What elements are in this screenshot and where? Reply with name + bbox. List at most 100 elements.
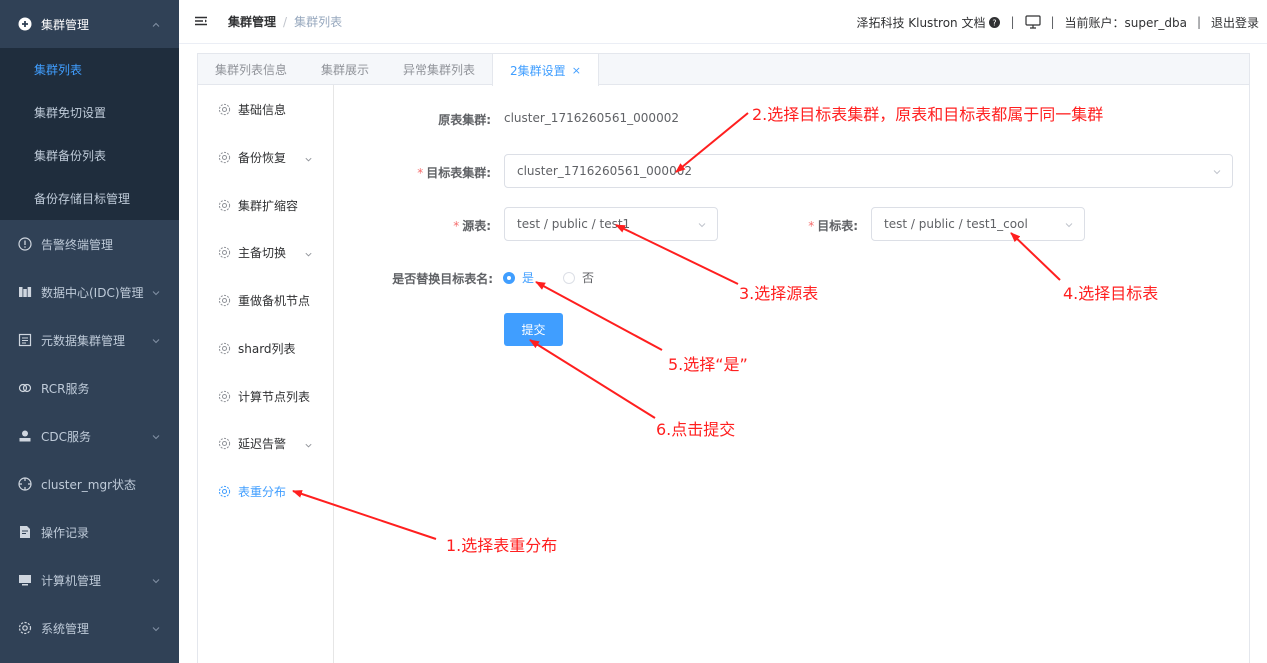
sidebar-item-cluster-backup-list[interactable]: 集群备份列表 <box>0 134 179 177</box>
select-value: cluster_1716260561_000002 <box>517 164 692 178</box>
gear-icon <box>218 437 231 450</box>
header-divider: | <box>1010 15 1015 29</box>
plus-circle-icon <box>18 17 32 31</box>
sidebar-item-cluster-switch-settings[interactable]: 集群免切设置 <box>0 91 179 134</box>
chevron-down-icon <box>151 335 161 345</box>
account-label: 当前账户：super_dba <box>1064 15 1187 30</box>
source-table-select[interactable]: test / public / test1 <box>504 207 718 241</box>
target-cluster-label: * 目标表集群: <box>360 164 491 181</box>
tab-abnormal-cluster-list[interactable]: 异常集群列表 <box>386 54 492 85</box>
sidebar-item-backup-storage[interactable]: 备份存储目标管理 <box>0 177 179 220</box>
sidebar-item-label: 操作记录 <box>41 525 90 540</box>
submenu-item-basic-info[interactable]: 基础信息 <box>198 94 333 124</box>
question-circle-icon[interactable]: ? <box>989 16 1001 28</box>
required-mark: * <box>417 166 424 180</box>
select-value: test / public / test1_cool <box>884 217 1028 231</box>
compass-icon <box>18 477 32 491</box>
logout-button[interactable]: 退出登录 <box>1211 14 1259 31</box>
sidebar-item-label: cluster_mgr状态 <box>41 477 137 492</box>
sidebar-item-label: 系统管理 <box>41 621 90 636</box>
sidebar-item-label: 集群管理 <box>41 17 90 32</box>
sidebar-item-label: RCR服务 <box>41 381 90 396</box>
source-cluster-value: cluster_1716260561_000002 <box>504 111 679 125</box>
select-value: test / public / test1 <box>517 217 631 231</box>
submenu-item-backup-restore[interactable]: 备份恢复 <box>198 142 333 172</box>
sidebar-item-alert-terminal[interactable]: 告警终端管理 <box>0 220 179 268</box>
source-table-label: * 源表: <box>360 217 491 234</box>
annotation-step4: 4.选择目标表 <box>1063 284 1159 303</box>
top-header: 集群管理 / 集群列表 泽拓科技 Klustron 文档 ? | | 当前账户：… <box>179 0 1267 44</box>
sidebar-item-label: 计算机管理 <box>41 573 102 588</box>
submenu-item-rebuild-replica[interactable]: 重做备机节点 <box>198 285 333 315</box>
link-icon <box>18 381 32 395</box>
breadcrumb: 集群管理 / 集群列表 <box>228 13 342 30</box>
submit-button[interactable]: 提交 <box>504 313 563 346</box>
breadcrumb-current: 集群列表 <box>294 15 343 29</box>
sidebar-item-operation-log[interactable]: 操作记录 <box>0 508 179 556</box>
chevron-down-icon <box>151 431 161 441</box>
submenu-item-label: 集群扩缩容 <box>238 198 299 213</box>
gear-icon <box>18 621 32 635</box>
breadcrumb-separator: / <box>283 14 288 29</box>
settings-submenu: 基础信息 备份恢复 集群扩缩容 主备切换 重做备机节点 shard列表 计算节点… <box>198 85 334 663</box>
submenu-item-table-redistribution[interactable]: 表重分布 <box>198 476 333 506</box>
submenu-item-label: 主备切换 <box>238 245 287 260</box>
chevron-down-icon <box>151 575 161 585</box>
datacenter-icon <box>18 285 32 299</box>
tab-label: 2集群设置 <box>510 63 566 78</box>
close-icon[interactable]: × <box>572 64 581 77</box>
sidebar-item-cluster-management[interactable]: 集群管理 <box>0 0 179 48</box>
sidebar-item-label: 数据中心(IDC)管理 <box>41 285 144 300</box>
gear-icon <box>218 342 231 355</box>
radio-no[interactable]: 否 <box>563 269 594 286</box>
chevron-down-icon <box>1212 166 1222 176</box>
tab-cluster-display[interactable]: 集群展示 <box>304 54 386 85</box>
sidebar-item-cdc-service[interactable]: CDC服务 <box>0 412 179 460</box>
radio-yes[interactable]: 是 <box>503 269 534 286</box>
sidebar-item-metadata-cluster[interactable]: 元数据集群管理 <box>0 316 179 364</box>
radio-circle <box>563 271 575 284</box>
required-mark: * <box>808 219 815 233</box>
submenu-item-shard-list[interactable]: shard列表 <box>198 333 333 363</box>
sidebar-item-computer-management[interactable]: 计算机管理 <box>0 556 179 604</box>
sidebar-item-cluster-list[interactable]: 集群列表 <box>0 48 179 91</box>
submenu-item-failover[interactable]: 主备切换 <box>198 237 333 267</box>
hamburger-icon[interactable] <box>194 15 208 29</box>
docs-link[interactable]: 泽拓科技 Klustron 文档 <box>856 14 985 31</box>
annotation-step5: 5.选择“是” <box>668 355 748 374</box>
svg-text:?: ? <box>993 18 997 27</box>
submenu-item-label: 备份恢复 <box>238 150 287 165</box>
submenu-item-label: 表重分布 <box>238 484 287 499</box>
annotation-step1: 1.选择表重分布 <box>446 536 558 555</box>
submenu-item-compute-nodes[interactable]: 计算节点列表 <box>198 381 333 411</box>
required-mark: * <box>453 219 460 233</box>
tab-cluster-list-info[interactable]: 集群列表信息 <box>198 54 304 85</box>
record-icon <box>18 525 32 539</box>
sidebar-item-label: 元数据集群管理 <box>41 333 126 348</box>
gear-icon <box>218 294 231 307</box>
tab-cluster-settings[interactable]: 2集群设置 × <box>492 54 599 86</box>
submenu-item-delay-alert[interactable]: 延迟告警 <box>198 428 333 458</box>
annotation-step6: 6.点击提交 <box>656 420 736 439</box>
sidebar-item-cluster-mgr-status[interactable]: cluster_mgr状态 <box>0 460 179 508</box>
sidebar-item-system-management[interactable]: 系统管理 <box>0 604 179 652</box>
sidebar-item-datacenter[interactable]: 数据中心(IDC)管理 <box>0 268 179 316</box>
radio-label: 否 <box>582 271 595 285</box>
gear-icon <box>218 485 231 498</box>
submenu-item-label: 基础信息 <box>238 102 287 117</box>
monitor-icon[interactable] <box>1024 15 1041 29</box>
submenu-item-label: 计算节点列表 <box>238 389 311 404</box>
chevron-down-icon <box>304 153 313 162</box>
annotation-step2: 2.选择目标表集群，原表和目标表都属于同一集群 <box>752 105 1104 124</box>
chevron-down-icon <box>151 287 161 297</box>
breadcrumb-root[interactable]: 集群管理 <box>228 13 276 30</box>
submenu-item-label: shard列表 <box>238 341 296 356</box>
gear-icon <box>218 103 231 116</box>
chevron-down-icon <box>697 219 707 229</box>
sidebar-item-rcr-service[interactable]: RCR服务 <box>0 364 179 412</box>
submenu-item-scale[interactable]: 集群扩缩容 <box>198 190 333 220</box>
sidebar: 集群管理 集群列表 集群免切设置 集群备份列表 备份存储目标管理 告警终端管理 … <box>0 0 179 663</box>
target-cluster-select[interactable]: cluster_1716260561_000002 <box>504 154 1233 188</box>
header-divider: | <box>1196 15 1201 29</box>
target-table-select[interactable]: test / public / test1_cool <box>871 207 1085 241</box>
